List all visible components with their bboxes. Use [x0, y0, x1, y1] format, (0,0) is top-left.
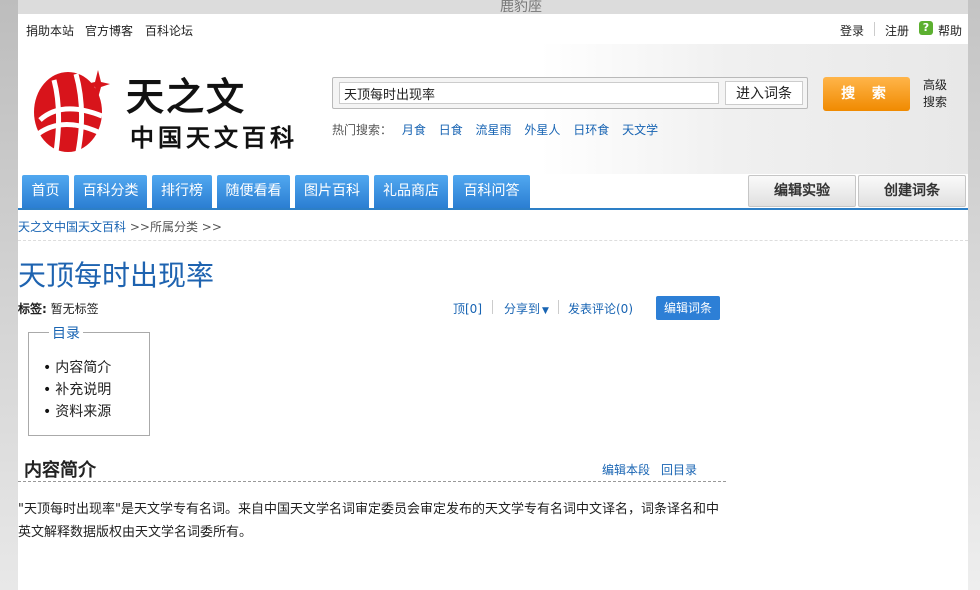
- toc-item[interactable]: 资料来源: [55, 401, 111, 423]
- dropdown-arrow-icon: ▼: [542, 306, 549, 316]
- tab-gift-shop[interactable]: 礼品商店: [374, 175, 448, 208]
- page-title: 天顶每时出现率: [18, 259, 215, 292]
- tab-images[interactable]: 图片百科: [295, 175, 369, 208]
- hot-word-link[interactable]: 日食: [439, 123, 463, 137]
- top-bar: 捐助本站 官方博客 百科论坛 登录 注册 ? 帮助: [18, 14, 968, 44]
- section-body: "天顶每时出现率"是天文学专有名词。来自中国天文学名词审定委员会审定发布的天文学…: [18, 502, 719, 540]
- enter-entry-button[interactable]: 进入词条: [725, 81, 803, 105]
- forum-link[interactable]: 百科论坛: [145, 22, 193, 39]
- edit-section-link[interactable]: 编辑本段: [602, 461, 650, 478]
- hot-searches-label: 热门搜索：: [332, 123, 393, 137]
- help-icon[interactable]: ?: [919, 21, 933, 35]
- tab-categories[interactable]: 百科分类: [74, 175, 147, 208]
- table-of-contents: 目录 内容简介 补充说明 资料来源: [28, 323, 150, 436]
- edit-entry-button[interactable]: 编辑词条: [656, 296, 720, 320]
- section-divider: [18, 481, 726, 482]
- hot-word-link[interactable]: 日环食: [573, 123, 609, 137]
- hot-word-link[interactable]: 月食: [402, 123, 426, 137]
- breadcrumb-separator: >>: [197, 220, 222, 234]
- divider: [558, 300, 559, 314]
- search-input[interactable]: [339, 82, 719, 104]
- site-logo-icon[interactable]: [32, 60, 110, 155]
- register-link[interactable]: 注册: [885, 22, 909, 39]
- breadcrumb-category[interactable]: 所属分类: [150, 220, 198, 234]
- breadcrumb-home[interactable]: 天之文中国天文百科: [18, 220, 126, 234]
- header: 天之文 中国天文百科 进入词条 搜 索 高级搜索 热门搜索： 月食 日食 流星雨…: [18, 44, 968, 174]
- share-label: 分享到: [504, 302, 541, 316]
- tags-row: 标签: 暂无标签: [18, 300, 99, 317]
- divider: [874, 22, 875, 36]
- hot-word-link[interactable]: 外星人: [524, 123, 560, 137]
- edit-lab-button[interactable]: 编辑实验: [748, 175, 856, 207]
- advanced-search-link[interactable]: 高级搜索: [923, 77, 953, 111]
- create-entry-button[interactable]: 创建词条: [858, 175, 966, 207]
- toc-title: 目录: [49, 323, 83, 343]
- background-right-strip: [968, 0, 980, 590]
- search-box: 进入词条: [332, 77, 808, 109]
- section-title: 内容简介: [24, 460, 96, 481]
- tags-label: 标签:: [18, 302, 47, 316]
- breadcrumb-separator: >>: [126, 220, 150, 234]
- toc-item[interactable]: 内容简介: [55, 357, 111, 379]
- tags-value: 暂无标签: [50, 302, 99, 316]
- logo-title[interactable]: 天之文: [126, 66, 246, 121]
- breadcrumb: 天之文中国天文百科 >>所属分类 >>: [18, 218, 222, 235]
- back-to-toc-link[interactable]: 回目录: [661, 461, 697, 478]
- hot-word-link[interactable]: 流星雨: [476, 123, 512, 137]
- tab-ranking[interactable]: 排行榜: [152, 175, 212, 208]
- tab-random[interactable]: 随便看看: [217, 175, 290, 208]
- logo-subtitle: 中国天文百科: [130, 123, 298, 152]
- tab-home[interactable]: 首页: [22, 175, 69, 208]
- divider: [492, 300, 493, 314]
- background-left-strip: [0, 0, 18, 590]
- tab-qa[interactable]: 百科问答: [453, 175, 530, 208]
- blog-link[interactable]: 官方博客: [85, 22, 133, 39]
- toc-item[interactable]: 补充说明: [55, 379, 111, 401]
- hot-word-link[interactable]: 天文学: [622, 123, 658, 137]
- upvote-link[interactable]: 顶[0]: [453, 300, 482, 317]
- page: 捐助本站 官方博客 百科论坛 登录 注册 ? 帮助 天之文 中国天文百科 进入词…: [18, 14, 968, 590]
- share-dropdown[interactable]: 分享到 ▼: [504, 300, 549, 317]
- login-link[interactable]: 登录: [840, 22, 864, 39]
- search-button[interactable]: 搜 索: [823, 77, 910, 111]
- hot-searches: 热门搜索： 月食 日食 流星雨 外星人 日环食 天文学: [332, 121, 667, 138]
- donate-link[interactable]: 捐助本站: [26, 22, 74, 39]
- comment-link[interactable]: 发表评论(0): [568, 300, 633, 317]
- help-link[interactable]: 帮助: [938, 22, 962, 39]
- main-nav: 首页 百科分类 排行榜 随便看看 图片百科 礼品商店 百科问答 编辑实验 创建词…: [18, 174, 968, 210]
- divider: [18, 240, 968, 241]
